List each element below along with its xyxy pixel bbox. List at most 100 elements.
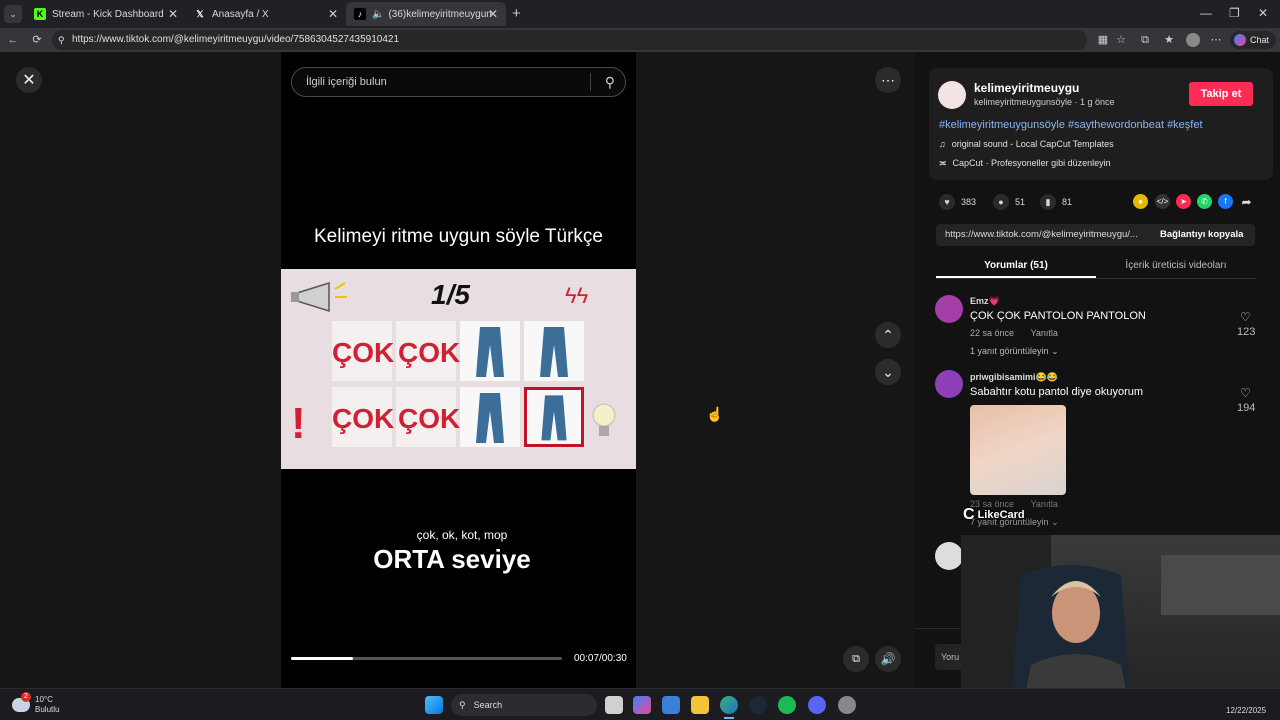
spotify-icon[interactable] — [778, 696, 796, 714]
copilot-icon[interactable] — [633, 696, 651, 714]
tab-title: Stream - Kick Dashboard — [52, 8, 164, 20]
file-explorer-icon[interactable] — [691, 696, 709, 714]
chevron-down-icon: ⌄ — [1051, 517, 1059, 527]
store-icon[interactable] — [662, 696, 680, 714]
progress-fill — [291, 657, 354, 660]
weather-widget[interactable]: 2 10°C Bulutlu — [12, 692, 59, 717]
close-icon[interactable]: ✕ — [488, 7, 498, 21]
active-app-indicator — [724, 717, 734, 719]
back-icon[interactable]: ← — [6, 33, 20, 47]
copy-link-button[interactable]: Bağlantıyı kopyala — [1160, 229, 1243, 240]
task-view-icon[interactable] — [605, 696, 623, 714]
save-count: 81 — [1062, 197, 1073, 207]
reply-button[interactable]: Yanıtla — [1031, 499, 1058, 509]
webcam-overlay — [961, 535, 1280, 705]
weather-text: 10°C Bulutlu — [35, 695, 59, 715]
previous-video-button[interactable]: ⌃ — [875, 322, 901, 348]
tab-comments[interactable]: Yorumlar (51) — [936, 260, 1096, 271]
jeans-image-highlighted — [524, 387, 584, 447]
site-info-icon[interactable]: ⚲ — [58, 30, 65, 50]
comment-time: 22 sa önce — [970, 328, 1015, 338]
view-replies[interactable]: 1 yanıt görüntüleyin ⌄ — [970, 346, 1059, 357]
hashtags[interactable]: #kelimeyiritmeuygunsöyle #saythewordonbe… — [939, 119, 1203, 131]
close-icon[interactable]: ✕ — [168, 7, 178, 21]
taskbar-search[interactable]: ⚲ Search — [451, 694, 597, 716]
tab-tiktok[interactable]: ♪ 🔈 (36)kelimeyiritmeuygunsöyle ✕ — [346, 2, 506, 26]
minimize-icon[interactable]: — — [1200, 6, 1212, 20]
more-options-button[interactable]: ⋯ — [875, 67, 901, 93]
likecard-logo: C LikeCard — [963, 506, 1025, 524]
tab-x[interactable]: 𝕏 Anasayfa / X ✕ — [186, 2, 346, 26]
save-stat[interactable]: ▮ 81 — [1040, 194, 1072, 210]
x-icon: 𝕏 — [196, 8, 204, 19]
commenter-avatar[interactable] — [935, 542, 963, 570]
comment-user[interactable]: Emz💗 — [970, 296, 1000, 307]
app-icon[interactable] — [838, 696, 856, 714]
coin-icon[interactable]: ● — [1133, 194, 1148, 209]
commenter-avatar[interactable] — [935, 370, 963, 398]
lightbulb-icon — [591, 401, 617, 441]
like-stat[interactable]: ♥ 383 — [939, 194, 976, 210]
close-video-button[interactable]: ✕ — [16, 67, 42, 93]
comment-like-count: 194 — [1237, 402, 1256, 414]
favorite-star-icon[interactable]: ☆ — [1114, 33, 1128, 47]
comment-count: 51 — [1015, 197, 1026, 207]
edge-icon[interactable] — [720, 696, 738, 714]
streamer-figure — [961, 535, 1280, 705]
favorites-icon[interactable]: ★ — [1162, 33, 1176, 47]
url-field[interactable]: ⚲ https://www.tiktok.com/@kelimeyiritmeu… — [52, 30, 1087, 50]
tab-kick[interactable]: K Stream - Kick Dashboard ✕ — [26, 2, 186, 26]
commenter-avatar[interactable] — [935, 295, 963, 323]
facebook-icon[interactable]: f — [1218, 194, 1233, 209]
capcut-row[interactable]: ≍ CapCut · Profesyoneller gibi düzenleyin — [939, 158, 1111, 169]
more-menu-icon[interactable]: ⋯ — [1209, 33, 1223, 47]
progress-track[interactable] — [291, 657, 562, 660]
close-icon[interactable]: ✕ — [328, 7, 338, 21]
tab-title: Anasayfa / X — [212, 8, 269, 20]
windows-start-icon[interactable] — [425, 696, 443, 714]
creator-avatar[interactable] — [938, 81, 966, 109]
comment-user[interactable]: priwgibisamimi😂😂 — [970, 372, 1058, 383]
lightning-icon: ϟϟ — [565, 283, 589, 308]
browser-tab-bar: ⌄ K Stream - Kick Dashboard ✕ 𝕏 Anasayfa… — [0, 0, 1280, 28]
share-arrow-icon[interactable]: ➦ — [1239, 194, 1254, 209]
restore-icon[interactable]: ❐ — [1229, 6, 1240, 20]
clock-date[interactable]: 12/22/2025 — [1226, 706, 1266, 715]
send-icon[interactable]: ➤ — [1176, 194, 1191, 209]
new-tab-button[interactable]: + — [512, 5, 521, 22]
volume-button[interactable]: 🔊 — [875, 646, 901, 672]
apps-icon[interactable]: ▦ — [1096, 33, 1110, 47]
video-time: 00:07/00:30 — [574, 653, 627, 664]
extensions-icon[interactable]: ⧉ — [1138, 33, 1152, 47]
embed-icon[interactable]: </> — [1155, 194, 1170, 209]
tab-menu-button[interactable]: ⌄ — [4, 5, 22, 23]
steam-icon[interactable] — [749, 696, 767, 714]
window-close-icon[interactable]: ✕ — [1258, 6, 1268, 20]
word-cok: ÇOK — [332, 337, 395, 368]
search-icon[interactable]: ⚲ — [605, 68, 615, 96]
sound-row[interactable]: ♫ original sound - Local CapCut Templates — [939, 139, 1114, 149]
follow-button[interactable]: Takip et — [1189, 82, 1253, 106]
video-player[interactable]: Kelimeyi ritme uygun söyle Türkçe 1/5 ϟϟ… — [281, 52, 636, 688]
comment-like-heart-icon[interactable]: ♡ — [1240, 386, 1251, 400]
reload-icon[interactable]: ⟳ — [30, 33, 44, 47]
weather-temp: 10°C — [35, 695, 53, 704]
view-replies-label: 1 yanıt görüntüleyin — [970, 346, 1049, 356]
comment-image[interactable] — [970, 405, 1066, 495]
next-video-button[interactable]: ⌄ — [875, 359, 901, 385]
search-input[interactable]: İlgili içeriği bulun ⚲ — [291, 67, 626, 97]
profile-icon[interactable] — [1186, 33, 1200, 47]
creator-username[interactable]: kelimeyiritmeuygu — [974, 81, 1079, 95]
pip-button[interactable]: ⧉ — [843, 646, 869, 672]
likecard-text: LikeCard — [977, 509, 1025, 521]
caption-small: çok, ok, kot, mop — [416, 528, 508, 542]
whatsapp-icon[interactable]: ✆ — [1197, 194, 1212, 209]
reply-button[interactable]: Yanıtla — [1031, 328, 1058, 338]
comment-like-heart-icon[interactable]: ♡ — [1240, 310, 1251, 324]
speaker-icon[interactable]: 🔈 — [372, 9, 384, 20]
tab-creator-videos[interactable]: İçerik üreticisi videoları — [1096, 260, 1256, 271]
comment-stat[interactable]: ● 51 — [993, 194, 1025, 210]
copilot-chat-button[interactable]: Chat — [1230, 31, 1276, 49]
discord-icon[interactable] — [808, 696, 826, 714]
tab-divider — [936, 278, 1256, 279]
